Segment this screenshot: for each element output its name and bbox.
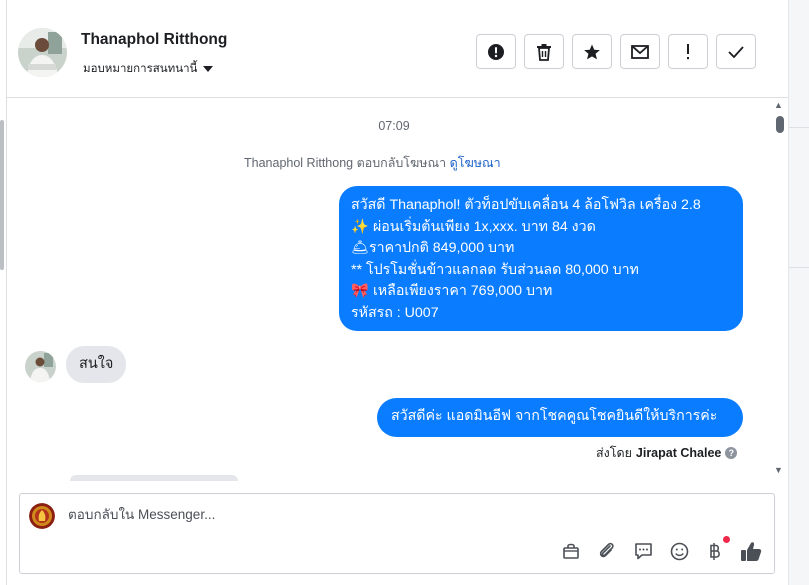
reply-input[interactable] xyxy=(68,507,668,522)
assign-conversation-dropdown[interactable]: มอบหมายการสนทนานี้ xyxy=(83,60,214,78)
outgoing-message-bubble[interactable]: สวัสดีค่ะ แอดมินอีฟ จากโชคคูณโชคยินดีให้… xyxy=(377,398,743,437)
exclamation-circle-icon xyxy=(488,43,504,60)
contact-avatar[interactable] xyxy=(18,28,67,77)
message-line: สวัสดี Thanaphol! ตัวท็อปขับเคลื่อน 4 ล้… xyxy=(351,197,701,213)
reply-composer xyxy=(19,493,775,574)
shopping-bag-button[interactable] xyxy=(559,539,583,563)
left-scrollbar-thumb[interactable] xyxy=(0,120,4,270)
notification-dot xyxy=(723,536,730,543)
message-line: ** โปรโมชั่นข้าวแลกลด รับส่วนลด 80,000 บ… xyxy=(351,261,639,278)
trash-icon xyxy=(537,43,551,61)
caret-down-icon xyxy=(203,66,214,72)
contact-avatar-small[interactable] xyxy=(25,351,56,382)
sender-name: Jirapat Chalee xyxy=(635,446,722,460)
sent-by-label: ส่งโดย Jirapat Chalee ? xyxy=(596,443,738,463)
message-scrollbar-thumb[interactable] xyxy=(776,116,784,133)
message-line: 🎀 เหลือเพียงราคา 769,000 บาท xyxy=(351,281,731,303)
composer-tools xyxy=(559,536,763,563)
emoji-icon xyxy=(670,542,688,560)
assign-label: มอบหมายการสนทนานี้ xyxy=(83,63,198,75)
message-line: รหัสรถ : U007 xyxy=(351,304,439,321)
emoji-button[interactable] xyxy=(667,539,691,563)
ribbon-icon: 🎀 xyxy=(351,283,369,299)
inbox-conversation-view: Thanaphol Ritthong มอบหมายการสนทนานี้ ▲ … xyxy=(0,0,809,585)
baht-payment-icon xyxy=(710,542,720,560)
left-panel-edge xyxy=(0,0,7,585)
sparkles-icon: ✨ xyxy=(351,218,369,235)
scroll-up-arrow-icon[interactable]: ▲ xyxy=(774,100,783,110)
mark-unread-button[interactable] xyxy=(620,34,660,69)
checkmark-icon xyxy=(728,45,744,58)
spam-button[interactable] xyxy=(476,34,516,69)
thumbs-up-icon xyxy=(741,541,762,561)
paperclip-icon xyxy=(599,542,614,558)
page-avatar xyxy=(29,503,55,529)
ad-reply-text: Thanaphol Ritthong ตอบกลับโฆษณา xyxy=(244,156,447,170)
star-icon xyxy=(584,44,600,59)
incoming-message-bubble-partial xyxy=(70,475,238,481)
help-icon[interactable]: ? xyxy=(725,447,738,459)
exclamation-icon xyxy=(687,43,689,59)
incoming-message-bubble[interactable]: สนใจ xyxy=(66,346,127,383)
conversation-header: Thanaphol Ritthong มอบหมายการสนทนานี้ xyxy=(7,6,788,98)
right-panel-edge xyxy=(788,0,809,585)
like-button[interactable] xyxy=(739,539,763,563)
outgoing-message-bubble[interactable]: สวัสดี Thanaphol! ตัวท็อปขับเคลื่อน 4 ล้… xyxy=(339,186,743,331)
header-actions xyxy=(476,34,756,69)
view-ad-link[interactable]: ดูโฆษณา xyxy=(450,156,501,170)
shopping-bag-icon xyxy=(563,543,579,559)
envelope-icon xyxy=(631,44,649,59)
saved-replies-button[interactable] xyxy=(631,539,655,563)
follow-up-button[interactable] xyxy=(668,34,708,69)
contact-name: Thanaphol Ritthong xyxy=(81,31,228,48)
bellhop-bell-icon: 🛎 xyxy=(351,240,370,256)
message-line: ✨ ผ่อนเริ่มต้นเพียง 1x,xxx. บาท 84 งวด xyxy=(351,217,731,239)
message-line: 🛎ราคาปกติ 849,000 บาท xyxy=(351,238,731,260)
delete-button[interactable] xyxy=(524,34,564,69)
attach-button[interactable] xyxy=(595,539,619,563)
mark-done-button[interactable] xyxy=(716,34,756,69)
ad-reply-notice: Thanaphol Ritthong ตอบกลับโฆษณา ดูโฆษณา xyxy=(244,153,501,173)
payment-button[interactable] xyxy=(703,536,730,563)
message-timestamp: 07:09 xyxy=(378,119,410,133)
star-button[interactable] xyxy=(572,34,612,69)
scroll-down-arrow-icon[interactable]: ▼ xyxy=(774,465,783,475)
saved-replies-icon xyxy=(634,543,652,560)
